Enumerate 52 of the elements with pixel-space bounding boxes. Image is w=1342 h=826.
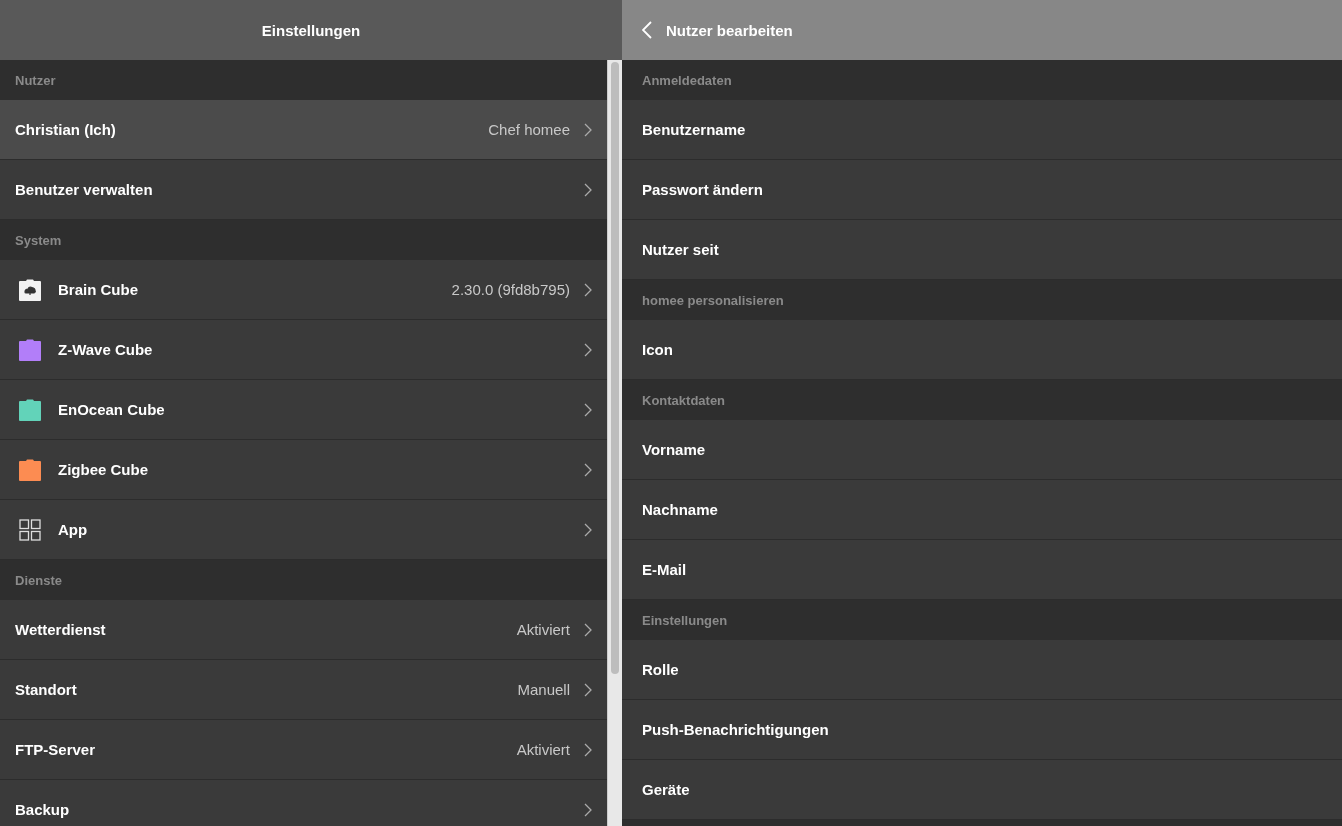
scrollbar-thumb[interactable] — [611, 62, 619, 674]
row-value: Aktiviert — [516, 741, 570, 758]
chevron-right-icon — [584, 402, 592, 417]
row-label: Push-Benachrichtigungen — [642, 721, 829, 738]
row-value: Manuell — [517, 681, 570, 698]
scrollbar[interactable] — [607, 60, 622, 826]
section-header: System — [0, 220, 607, 260]
row-label: Standort — [15, 681, 77, 698]
row-label: Backup — [15, 801, 70, 818]
row-label: Benutzer verwalten — [15, 181, 153, 198]
settings-row[interactable]: Christian (Ich) Chef homee — [0, 100, 607, 160]
row-label: Rolle — [642, 661, 679, 678]
row-value: Aktiviert — [516, 621, 570, 638]
section-header: Nutzer — [0, 60, 607, 100]
row-label: Passwort ändern — [642, 181, 763, 198]
chevron-right-icon — [584, 522, 592, 537]
row-label: App — [58, 521, 88, 538]
row-label: Geräte — [642, 781, 690, 798]
section-header: Einstellungen — [622, 600, 1342, 640]
row-label: EnOcean Cube — [58, 401, 165, 418]
row-label: FTP-Server — [15, 741, 96, 758]
row-label: Icon — [642, 341, 673, 358]
section-header: homee personalisieren — [622, 280, 1342, 320]
cloud-cube-icon — [18, 277, 42, 302]
row-label: E-Mail — [642, 561, 687, 578]
chevron-right-icon — [584, 802, 592, 817]
row-label: Z-Wave Cube — [58, 341, 153, 358]
section-header: Anmeldedaten — [622, 60, 1342, 100]
row-label: Wetterdienst — [15, 621, 106, 638]
chevron-right-icon — [584, 342, 592, 357]
row-label: Brain Cube — [58, 281, 138, 298]
row-label: Nachname — [642, 501, 718, 518]
chevron-right-icon — [584, 122, 592, 137]
panel-title: Einstellungen — [261, 21, 361, 39]
row-value: 2.30.0 (9fd8b795) — [451, 281, 570, 298]
section-header: Dienste — [0, 560, 607, 600]
chevron-right-icon — [584, 622, 592, 637]
chevron-right-icon — [584, 282, 592, 297]
row-label: Zigbee Cube — [58, 461, 148, 478]
section-header: Kontaktdaten — [622, 380, 1342, 420]
chevron-right-icon — [584, 182, 592, 197]
panel-title: Nutzer bearbeiten — [666, 21, 793, 39]
grid-icon — [18, 517, 42, 542]
row-label: Vorname — [642, 441, 706, 458]
chevron-right-icon — [584, 742, 592, 757]
row-label: Christian (Ich) — [15, 121, 116, 138]
back-button[interactable] — [642, 21, 652, 39]
row-label: Benutzername — [642, 121, 746, 138]
chevron-right-icon — [584, 682, 592, 697]
row-value: Chef homee — [488, 121, 570, 138]
row-label: Nutzer seit — [642, 241, 719, 258]
chevron-right-icon — [584, 462, 592, 477]
